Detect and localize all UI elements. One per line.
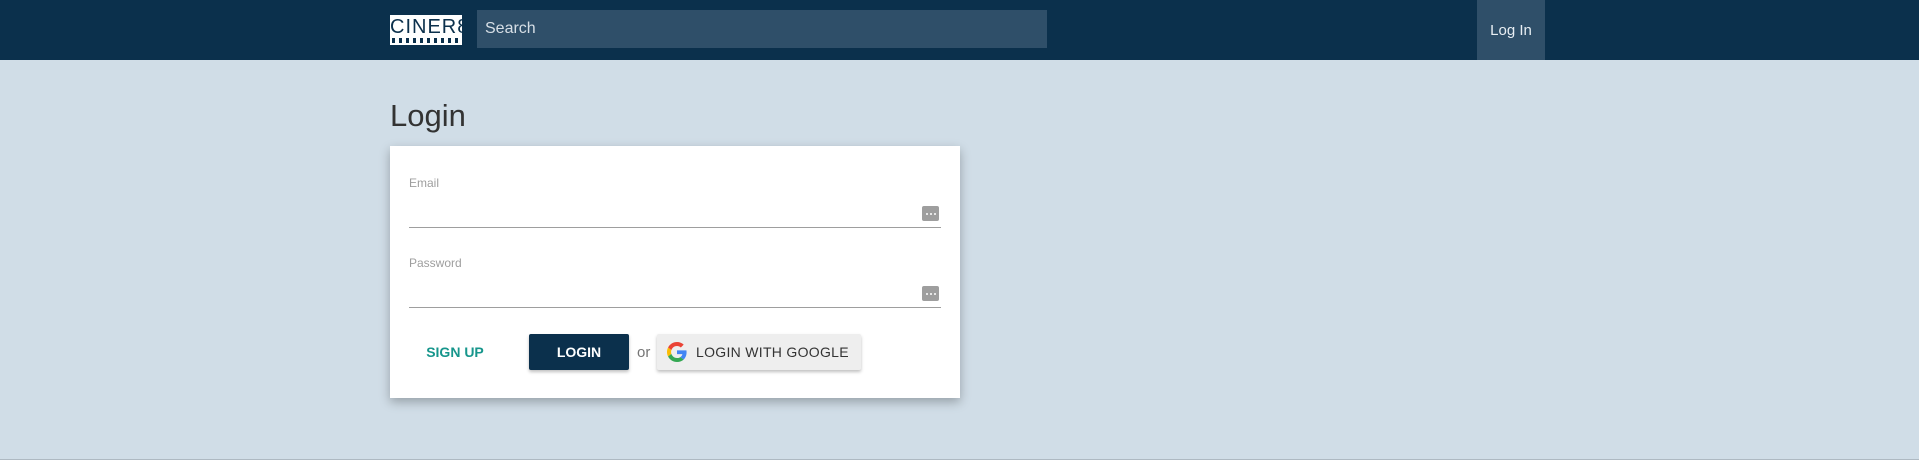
- navbar: CINER8 Log In: [0, 0, 1919, 60]
- google-icon: [667, 342, 687, 362]
- or-separator: or: [637, 344, 651, 361]
- password-field[interactable]: [409, 278, 941, 308]
- password-field-group: Password: [409, 256, 941, 308]
- login-card: Email Password SIGN UP LOGIN or LOGIN WI…: [390, 146, 960, 398]
- search-input[interactable]: [477, 10, 1047, 48]
- google-login-button[interactable]: LOGIN WITH GOOGLE: [657, 334, 861, 370]
- password-label: Password: [409, 256, 462, 270]
- email-field[interactable]: [409, 198, 941, 228]
- login-button[interactable]: LOGIN: [529, 334, 629, 370]
- email-field-group: Email: [409, 176, 941, 228]
- password-manager-icon[interactable]: [922, 286, 939, 301]
- email-label: Email: [409, 176, 440, 190]
- password-manager-icon[interactable]: [922, 206, 939, 221]
- nav-login-button[interactable]: Log In: [1477, 0, 1545, 60]
- logo-text: CINER8: [390, 16, 470, 38]
- page-title: Login: [390, 98, 466, 133]
- google-login-label: LOGIN WITH GOOGLE: [696, 344, 849, 360]
- signup-button[interactable]: SIGN UP: [420, 334, 490, 370]
- logo-film-strip: [392, 38, 460, 43]
- logo[interactable]: CINER8: [390, 15, 470, 45]
